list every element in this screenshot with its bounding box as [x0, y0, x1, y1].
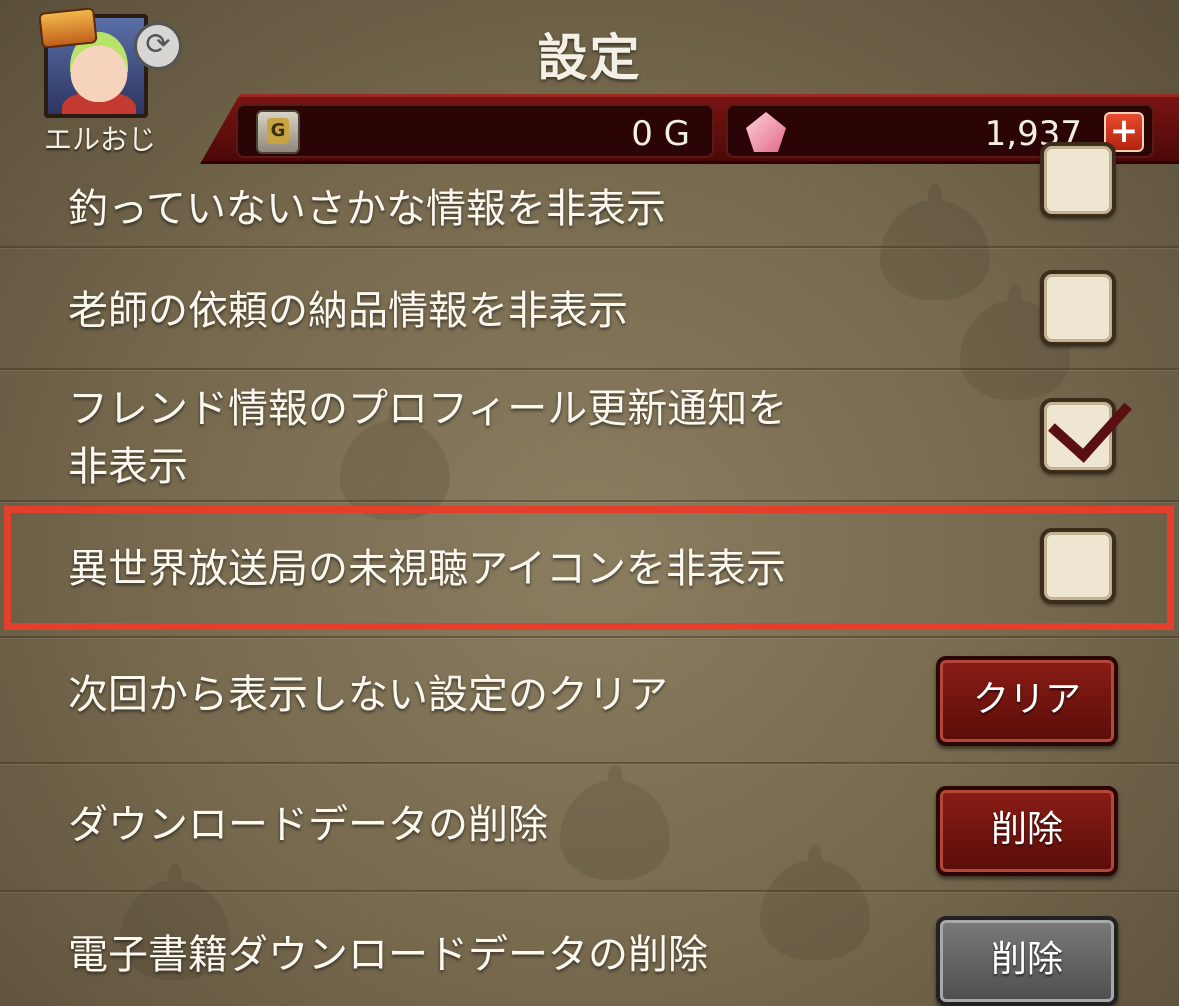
divider: [0, 500, 1179, 502]
gold-bank-icon: G: [256, 110, 300, 154]
setting-label-delete-download-data: ダウンロードデータの削除: [68, 802, 548, 848]
divider: [0, 762, 1179, 764]
divider: [0, 246, 1179, 248]
divider: [0, 636, 1179, 638]
check-mark-icon: [1048, 377, 1132, 463]
delete-download-data-button[interactable]: 削除: [936, 786, 1118, 876]
clear-button[interactable]: クリア: [936, 656, 1118, 746]
checkbox-hide-friend-profile-updates[interactable]: [1040, 377, 1132, 474]
setting-label-hide-uncaught-fish: 釣っていないさかな情報を非表示: [68, 186, 666, 232]
checkbox-hide-delivery-info[interactable]: [1040, 270, 1116, 346]
slime-motif: [560, 764, 670, 880]
slime-motif: [760, 844, 870, 960]
checkbox-hide-uncaught-fish[interactable]: [1040, 142, 1116, 218]
header: ⟳ エルおじ 設定 G 0 G 1,937 +: [0, 0, 1179, 168]
delete-ebook-data-button[interactable]: 削除: [936, 916, 1118, 1006]
setting-label-clear-hidden-settings: 次回から表示しない設定のクリア: [68, 672, 668, 718]
settings-screen: ⟳ エルおじ 設定 G 0 G 1,937 + 釣っていないさかな情報を非表示 …: [0, 0, 1179, 1006]
setting-label-line2: 非表示: [68, 444, 188, 490]
setting-label-hide-delivery-info: 老師の依頼の納品情報を非表示: [68, 288, 628, 334]
gem-icon: [746, 112, 786, 152]
divider: [0, 890, 1179, 892]
page-title: 設定: [537, 29, 642, 87]
setting-label-line1: フレンド情報のプロフィール更新通知を: [68, 386, 788, 432]
gold-display: G 0 G: [236, 104, 714, 158]
player-name: エルおじ: [43, 123, 156, 156]
divider: [0, 368, 1179, 370]
slime-motif: [880, 184, 990, 300]
setting-label-hide-friend-profile-updates: フレンド情報のプロフィール更新通知を 非表示: [68, 380, 787, 496]
gold-value: 0 G: [631, 114, 690, 154]
highlight-annotation: [4, 506, 1174, 630]
setting-label-delete-ebook-data: 電子書籍ダウンロードデータの削除: [68, 932, 708, 978]
